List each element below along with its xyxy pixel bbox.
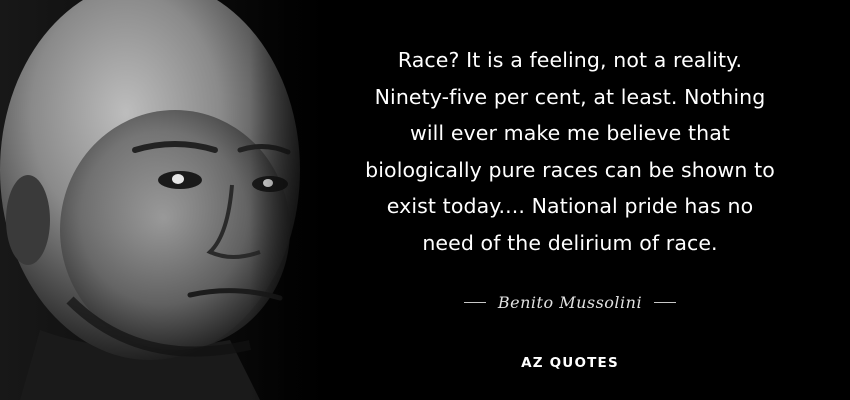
author-attribution: Benito Mussolini xyxy=(320,287,820,317)
quote-line: will ever make me believe that xyxy=(409,121,731,145)
author-name: Benito Mussolini xyxy=(497,292,643,312)
quote-line: biologically pure races can be shown to xyxy=(365,157,775,182)
quote-line: exist today.... National pride has no xyxy=(386,194,754,218)
right-divider xyxy=(654,301,677,303)
quote-text: Race? It is a feeling, not a reality. Ni… xyxy=(320,42,820,261)
quote-line: Race? It is a feeling, not a reality. xyxy=(397,48,743,72)
quote-line: need of the delirium of race. xyxy=(422,230,718,255)
quote-card: Race? It is a feeling, not a reality. Ni… xyxy=(0,0,850,400)
left-divider xyxy=(463,301,486,303)
azquotes-logo: AZ QUOTES xyxy=(521,355,619,371)
quote-line: Ninety-five per cent, at least. Nothing xyxy=(374,84,766,109)
